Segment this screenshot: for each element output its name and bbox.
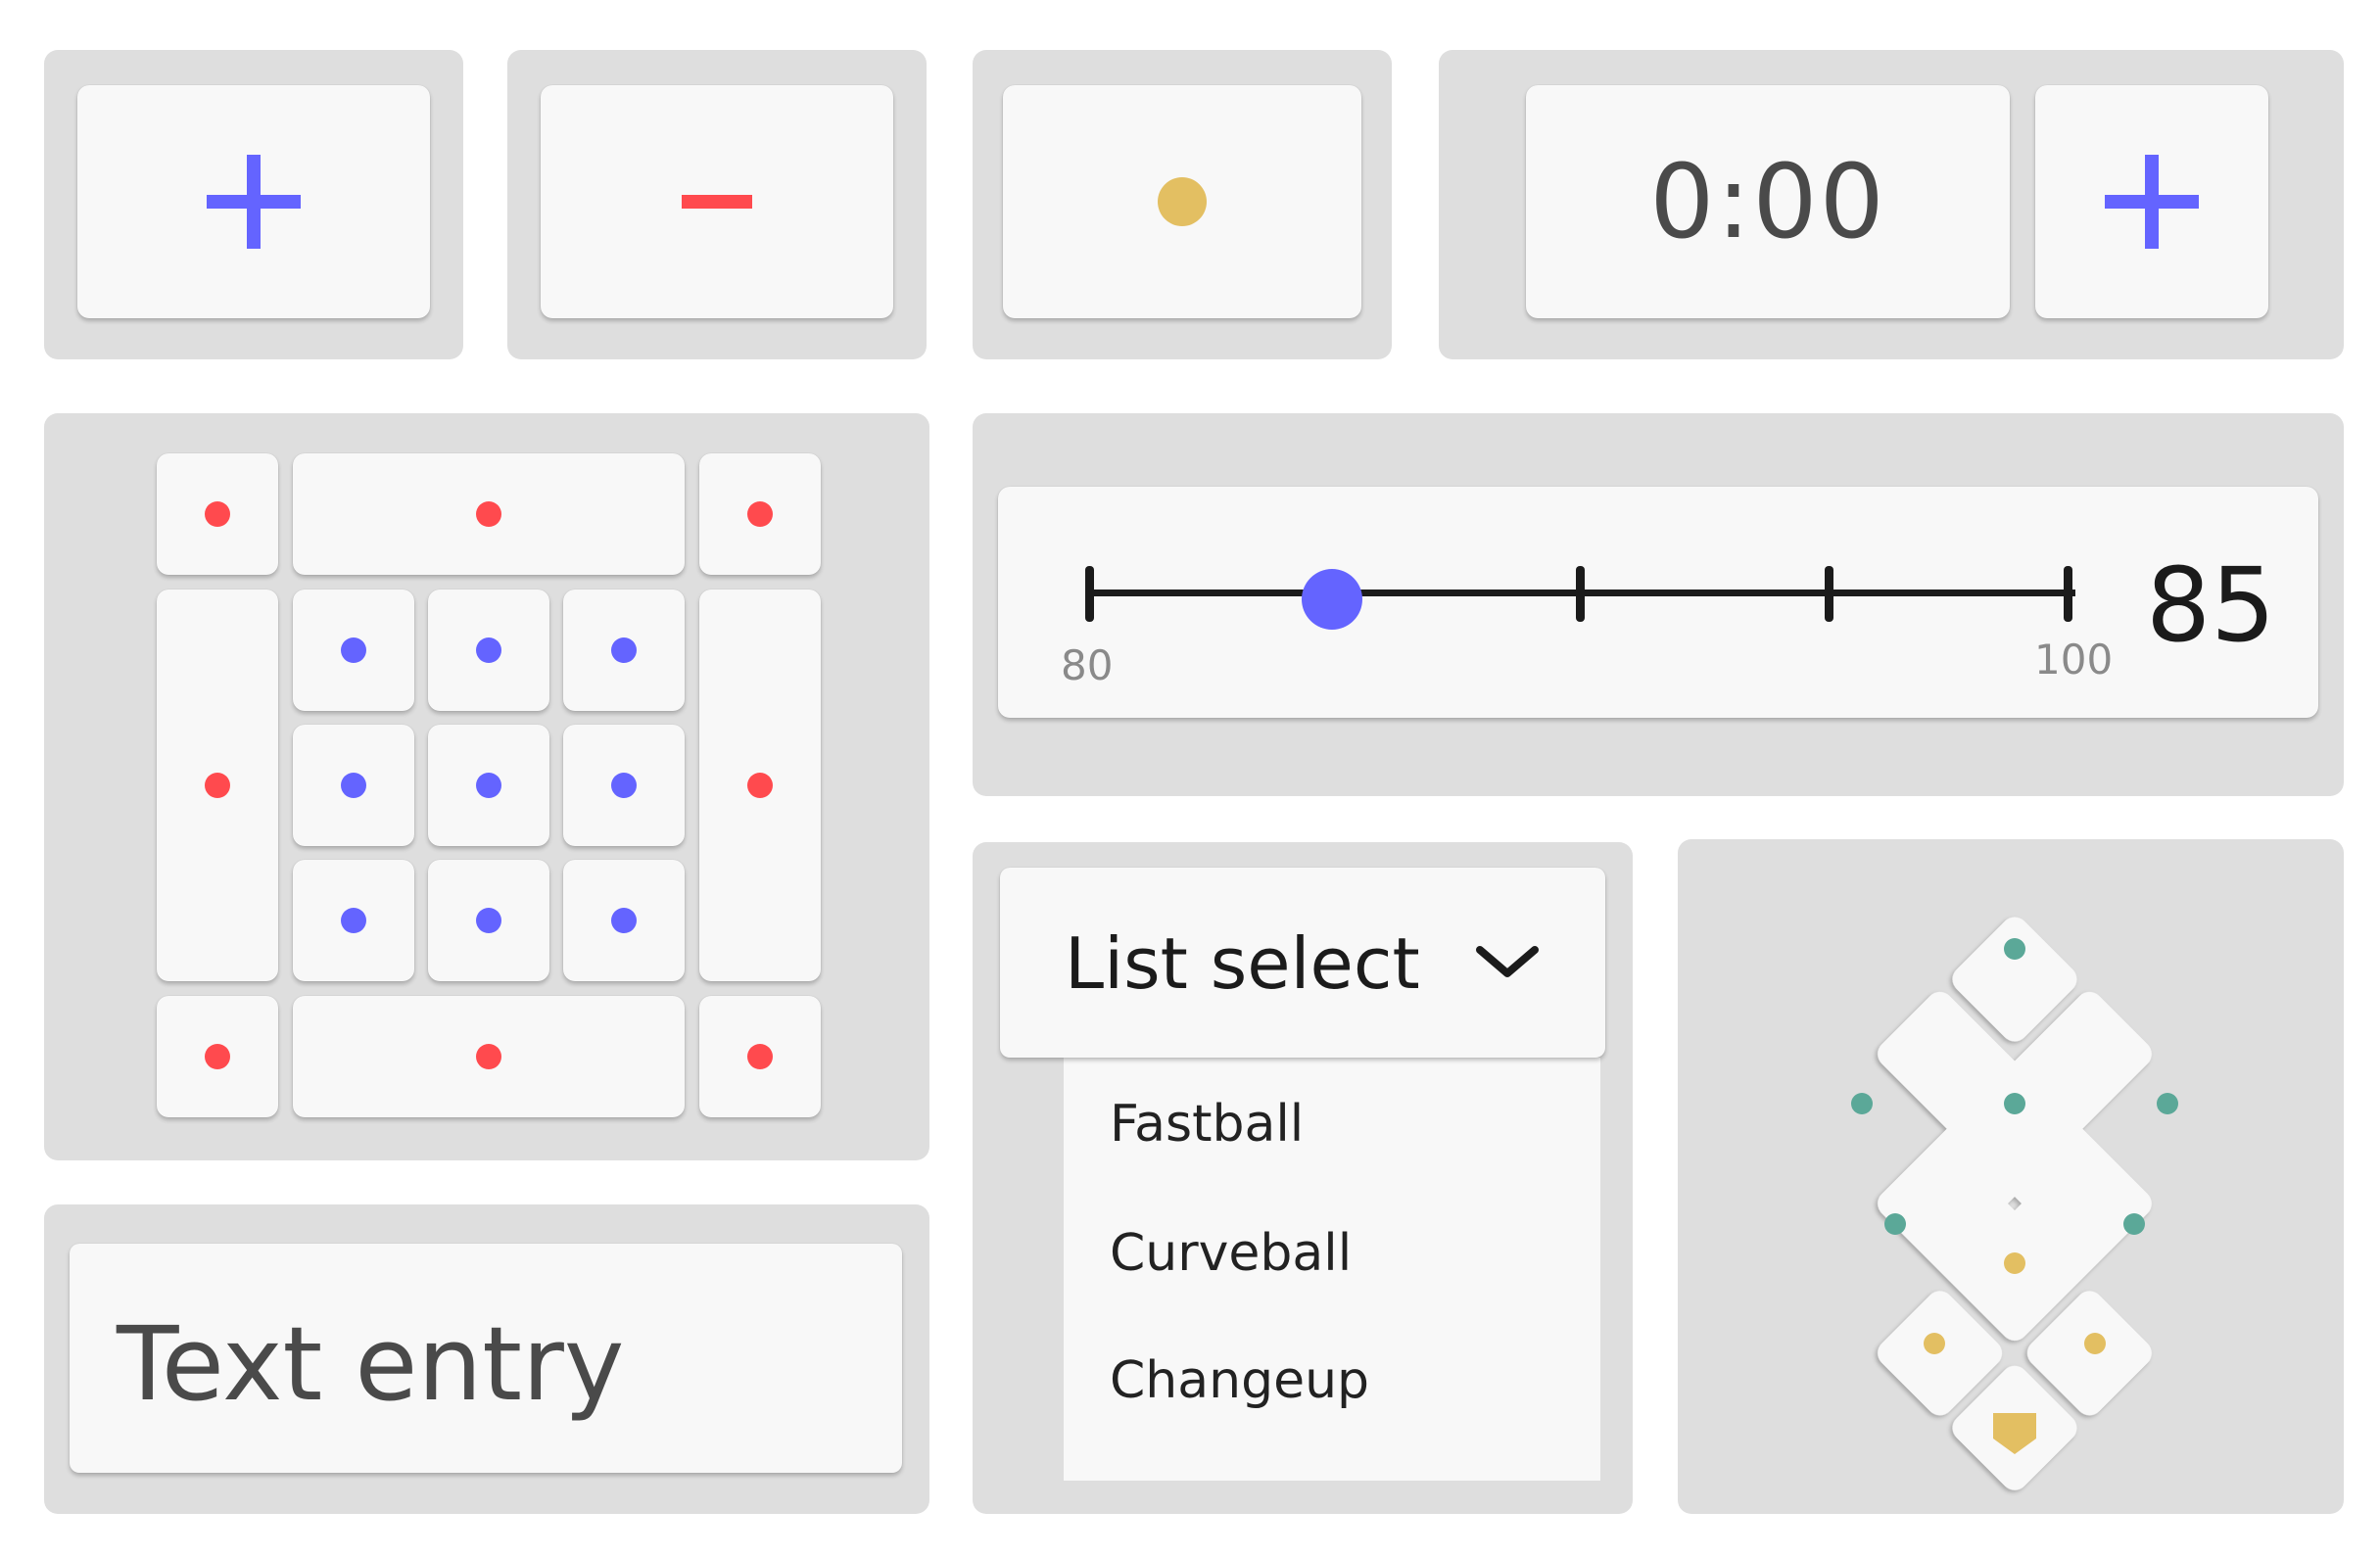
zone-dot	[476, 501, 501, 527]
zone-dot	[205, 773, 230, 798]
zone-dot	[611, 908, 637, 933]
zone-dot	[611, 637, 637, 663]
slider-min-label: 80	[1061, 641, 1114, 689]
zone-dot	[476, 908, 501, 933]
text-entry-field[interactable]: Text entry	[70, 1244, 902, 1473]
diamond-dot	[1884, 1213, 1906, 1235]
diamond-dot	[2157, 1093, 2178, 1114]
zone-outer-left[interactable]	[157, 590, 278, 981]
zone-outer-top-right[interactable]	[699, 453, 821, 575]
zone-inner-6[interactable]	[563, 725, 685, 846]
diamond-panel	[1678, 839, 2344, 1514]
chevron-down-icon	[1476, 946, 1539, 977]
select-label: List select	[1065, 922, 1420, 1005]
zone-dot	[476, 1044, 501, 1069]
increment-panel	[44, 50, 463, 359]
zone-dot	[205, 1044, 230, 1069]
zone-dot	[341, 637, 366, 663]
zone-inner-7[interactable]	[293, 860, 414, 981]
zone-dot	[341, 908, 366, 933]
diamond-dot	[1851, 1093, 1873, 1114]
zone-inner-8[interactable]	[428, 860, 549, 981]
select-panel: Fastball Curveball Changeup List select	[973, 842, 1633, 1514]
zone-dot	[747, 501, 773, 527]
timer-display: 0:00	[1526, 85, 2010, 318]
dot-button-panel	[973, 50, 1392, 359]
zone-dot	[747, 1044, 773, 1069]
zone-outer-bottom-left[interactable]	[157, 996, 278, 1117]
slider-max-label: 100	[2034, 636, 2114, 684]
dot-button[interactable]	[1003, 85, 1361, 318]
select-option[interactable]: Fastball	[1110, 1095, 1304, 1154]
select-trigger[interactable]: List select	[1000, 868, 1605, 1058]
diamond-zone	[1851, 917, 2178, 1490]
zone-dot	[611, 773, 637, 798]
zone-inner-9[interactable]	[563, 860, 685, 981]
zone-outer-right[interactable]	[699, 590, 821, 981]
select-option[interactable]: Changeup	[1110, 1351, 1369, 1410]
zone-dot	[205, 501, 230, 527]
zone-outer-bottom[interactable]	[293, 996, 685, 1117]
decrement-panel	[507, 50, 927, 359]
timer-add-button[interactable]	[2035, 85, 2268, 318]
timer-panel: 0:00	[1439, 50, 2344, 359]
zone-dot	[476, 773, 501, 798]
minus-icon	[682, 195, 752, 209]
increment-button[interactable]	[77, 85, 430, 318]
text-entry-panel: Text entry	[44, 1204, 929, 1514]
decrement-button[interactable]	[541, 85, 893, 318]
zone-dot	[476, 637, 501, 663]
zone-inner-1[interactable]	[293, 590, 414, 711]
slider-thumb[interactable]	[1302, 569, 1362, 630]
text-entry-placeholder: Text entry	[117, 1304, 625, 1424]
select-option[interactable]: Curveball	[1110, 1224, 1352, 1283]
zone-outer-top-left[interactable]	[157, 453, 278, 575]
slider-value: 85	[2146, 545, 2276, 665]
slider-panel: 80 100 85	[973, 413, 2344, 796]
zone-inner-5[interactable]	[428, 725, 549, 846]
zone-inner-3[interactable]	[563, 590, 685, 711]
zone-grid-panel	[44, 413, 929, 1160]
diamond-dot	[2004, 938, 2025, 960]
diamond-dot	[2084, 1333, 2106, 1354]
zone-outer-top[interactable]	[293, 453, 685, 575]
diamond-dot	[1924, 1333, 1945, 1354]
zone-inner-4[interactable]	[293, 725, 414, 846]
zone-outer-bottom-right[interactable]	[699, 996, 821, 1117]
select-dropdown-list: Fastball Curveball Changeup	[1064, 1058, 1600, 1481]
dot-icon	[1158, 177, 1207, 226]
slider-track[interactable]	[1067, 553, 2075, 632]
zone-inner-2[interactable]	[428, 590, 549, 711]
diamond-dot	[2004, 1252, 2025, 1274]
slider-card: 80 100 85	[998, 487, 2318, 718]
timer-value: 0:00	[1649, 142, 1886, 261]
zone-dot	[341, 773, 366, 798]
diamond-dot	[2004, 1093, 2025, 1114]
zone-dot	[747, 773, 773, 798]
diamond-dot	[2123, 1213, 2145, 1235]
plus-icon	[2105, 155, 2199, 249]
plus-icon	[207, 155, 301, 249]
